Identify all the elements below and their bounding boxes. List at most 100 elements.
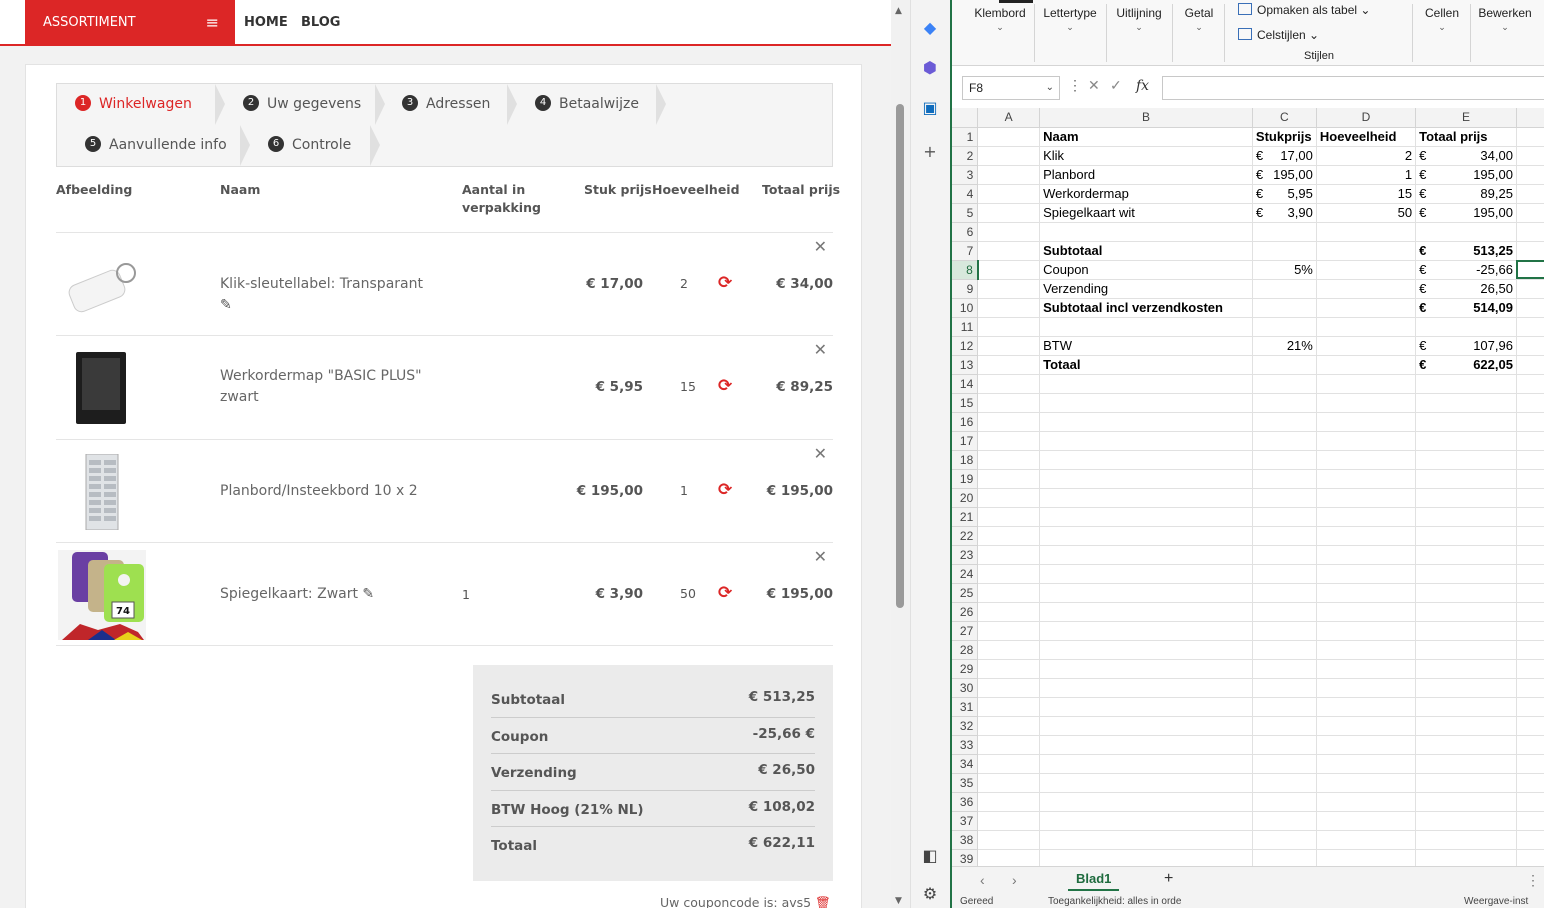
cell-c[interactable]	[1252, 412, 1317, 432]
cell-f[interactable]	[1516, 621, 1544, 641]
function-icon[interactable]: fx	[1136, 78, 1149, 94]
cell-b[interactable]	[1039, 678, 1253, 698]
cell-c[interactable]	[1252, 830, 1317, 850]
cell-b[interactable]	[1039, 830, 1253, 850]
cell-e[interactable]: €89,25	[1415, 184, 1517, 204]
cell-a[interactable]	[977, 735, 1041, 755]
cell-f[interactable]	[1516, 393, 1544, 413]
row-header[interactable]: 29	[952, 659, 979, 679]
cell-d[interactable]: 15	[1316, 184, 1417, 204]
cell-c[interactable]	[1252, 773, 1317, 793]
add-sheet-icon[interactable]: +	[1164, 870, 1173, 888]
cell-d[interactable]	[1316, 450, 1417, 470]
cell-b[interactable]	[1039, 450, 1253, 470]
cell-e[interactable]: €195,00	[1415, 165, 1517, 185]
cell-c[interactable]	[1252, 640, 1317, 660]
cell-c[interactable]	[1252, 241, 1317, 261]
close-icon[interactable]: ✕	[814, 547, 827, 566]
product-name[interactable]: Spiegelkaart: Zwart ✎	[220, 584, 435, 605]
cell-d[interactable]	[1316, 241, 1417, 261]
cell-d[interactable]	[1316, 640, 1417, 660]
row-header[interactable]: 1	[952, 127, 979, 147]
cell-c[interactable]	[1252, 716, 1317, 736]
cell-b[interactable]	[1039, 412, 1253, 432]
cell-e[interactable]	[1415, 564, 1517, 584]
cell-c[interactable]: €3,90	[1252, 203, 1317, 223]
column-header-c[interactable]: C	[1252, 108, 1317, 128]
row-header[interactable]: 14	[952, 374, 979, 394]
cell-e[interactable]	[1415, 412, 1517, 432]
cell-f[interactable]	[1516, 469, 1544, 489]
ribbon-opmaken-als-tabel[interactable]: Opmaken als tabel ⌄	[1238, 3, 1370, 17]
cell-f[interactable]	[1516, 355, 1544, 375]
cell-e[interactable]	[1415, 849, 1517, 866]
cell-d[interactable]	[1316, 754, 1417, 774]
row-header[interactable]: 39	[952, 849, 979, 866]
ribbon-celstijlen[interactable]: Celstijlen ⌄	[1238, 28, 1319, 42]
cell-c[interactable]: 21%	[1252, 336, 1317, 356]
row-header[interactable]: 32	[952, 716, 979, 736]
row-header[interactable]: 8	[952, 260, 979, 280]
cell-e[interactable]: Totaal prijs	[1415, 127, 1517, 147]
cell-c[interactable]	[1252, 754, 1317, 774]
cell-a[interactable]	[977, 621, 1041, 641]
cell-e[interactable]: €622,05	[1415, 355, 1517, 375]
cell-d[interactable]	[1316, 222, 1417, 242]
cell-a[interactable]	[977, 697, 1041, 717]
cell-c[interactable]	[1252, 621, 1317, 641]
add-icon[interactable]: +	[920, 142, 940, 162]
cell-a[interactable]	[977, 336, 1041, 356]
cell-d[interactable]	[1316, 697, 1417, 717]
pencil-icon[interactable]: ✎	[220, 297, 232, 313]
row-header[interactable]: 4	[952, 184, 979, 204]
cell-a[interactable]	[977, 203, 1041, 223]
quantity-value[interactable]: 2	[680, 276, 688, 291]
pencil-icon[interactable]: ✎	[362, 586, 374, 602]
quantity-value[interactable]: 50	[680, 586, 696, 601]
cell-d[interactable]	[1316, 317, 1417, 337]
select-all-corner[interactable]	[952, 108, 979, 128]
cell-c[interactable]	[1252, 317, 1317, 337]
cell-d[interactable]	[1316, 830, 1417, 850]
cell-a[interactable]	[977, 602, 1041, 622]
cell-b[interactable]: Totaal	[1039, 355, 1253, 375]
cell-f[interactable]	[1516, 716, 1544, 736]
cell-f[interactable]	[1516, 165, 1544, 185]
cell-d[interactable]	[1316, 279, 1417, 299]
row-header[interactable]: 37	[952, 811, 979, 831]
cell-f[interactable]	[1516, 640, 1544, 660]
close-icon[interactable]: ✕	[814, 237, 827, 256]
cell-e[interactable]: €26,50	[1415, 279, 1517, 299]
cell-d[interactable]	[1316, 602, 1417, 622]
cell-c[interactable]	[1252, 450, 1317, 470]
cancel-icon[interactable]: ✕	[1088, 78, 1100, 94]
row-header[interactable]: 35	[952, 773, 979, 793]
cell-d[interactable]	[1316, 811, 1417, 831]
cell-f[interactable]	[1516, 507, 1544, 527]
cell-a[interactable]	[977, 260, 1041, 280]
cell-b[interactable]	[1039, 602, 1253, 622]
cell-e[interactable]: €513,25	[1415, 241, 1517, 261]
cell-e[interactable]	[1415, 317, 1517, 337]
cell-d[interactable]: 50	[1316, 203, 1417, 223]
name-box[interactable]: F8 ⌄	[962, 76, 1060, 100]
cell-e[interactable]	[1415, 640, 1517, 660]
cell-d[interactable]	[1316, 393, 1417, 413]
row-header[interactable]: 11	[952, 317, 979, 337]
cell-c[interactable]	[1252, 545, 1317, 565]
row-header[interactable]: 27	[952, 621, 979, 641]
step-adressen[interactable]: 3 Adressen	[402, 84, 490, 125]
quantity-value[interactable]: 1	[680, 483, 688, 498]
column-header-d[interactable]: D	[1316, 108, 1417, 128]
cell-e[interactable]: €107,96	[1415, 336, 1517, 356]
cell-d[interactable]	[1316, 260, 1417, 280]
row-header[interactable]: 30	[952, 678, 979, 698]
gear-icon[interactable]: ⚙	[920, 884, 940, 904]
cell-c[interactable]: 5%	[1252, 260, 1317, 280]
cell-e[interactable]	[1415, 450, 1517, 470]
quantity-value[interactable]: 15	[680, 379, 696, 394]
cell-a[interactable]	[977, 526, 1041, 546]
cell-a[interactable]	[977, 127, 1041, 147]
cell-b[interactable]: Spiegelkaart wit	[1039, 203, 1253, 223]
cell-d[interactable]	[1316, 583, 1417, 603]
